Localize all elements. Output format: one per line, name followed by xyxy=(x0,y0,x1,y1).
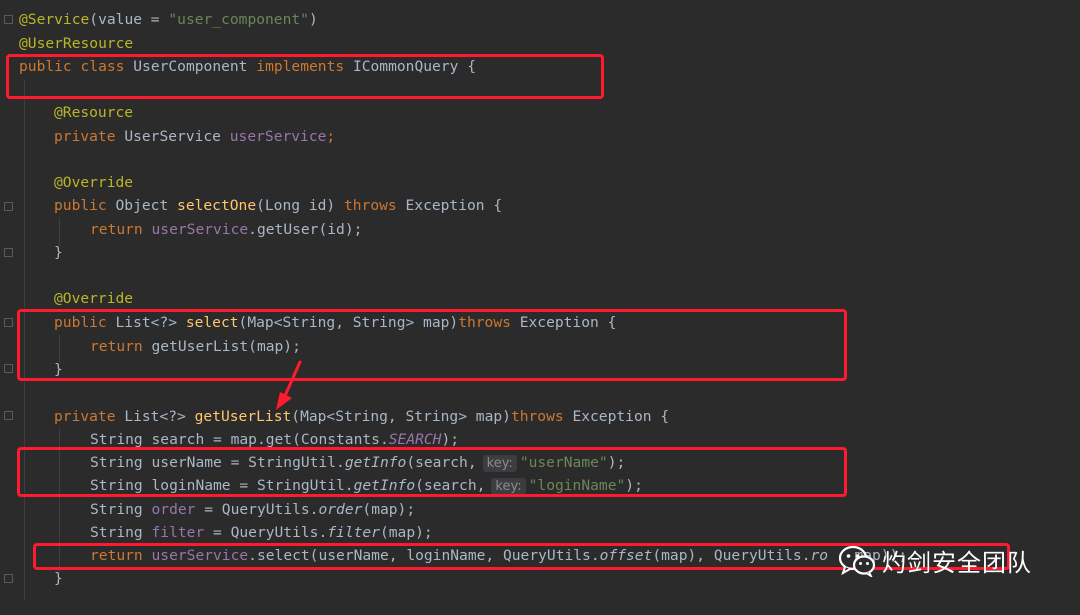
code-line[interactable]: private List<?> getUserList(Map<String, … xyxy=(54,405,669,428)
code-line[interactable]: } xyxy=(54,241,63,264)
fold-marker-icon[interactable] xyxy=(4,202,13,211)
code-line[interactable]: @Resource xyxy=(54,101,133,124)
code-editor[interactable]: @Service(value = "user_component") @User… xyxy=(0,0,1080,615)
code-line[interactable]: public Object selectOne(Long id) throws … xyxy=(54,194,502,217)
red-arrow-icon xyxy=(276,360,302,410)
static-method-token: filter xyxy=(327,524,380,541)
keyword-token: throws xyxy=(343,197,397,214)
string-literal: "user_component" xyxy=(168,11,309,28)
wechat-icon xyxy=(838,545,876,577)
annotation-token: @Override xyxy=(54,290,134,307)
keyword-token: return xyxy=(90,221,143,238)
variable-token: order xyxy=(151,501,196,518)
fold-marker-icon[interactable] xyxy=(4,411,13,420)
code-token: .getUser(id); xyxy=(248,221,363,238)
annotation-token: @Service xyxy=(19,11,90,28)
code-line[interactable]: } xyxy=(54,567,63,590)
code-token: ; xyxy=(326,128,336,145)
code-line[interactable]: @Service(value = "user_component") xyxy=(19,8,318,31)
code-token: ) xyxy=(308,11,318,28)
fold-marker-icon[interactable] xyxy=(4,318,13,327)
constant-token: SEARCH xyxy=(388,431,442,448)
type-token: String xyxy=(90,524,143,541)
fold-marker-icon[interactable] xyxy=(4,15,13,24)
type-token: Exception xyxy=(405,197,485,214)
type-token: String xyxy=(90,431,143,448)
keyword-token: private xyxy=(54,408,116,425)
brace-token: } xyxy=(54,570,63,587)
highlight-box-getinfo-lines xyxy=(17,447,847,497)
fold-marker-icon[interactable] xyxy=(4,248,13,257)
code-token: (value = xyxy=(89,11,169,28)
field-token: userService xyxy=(229,128,327,145)
code-line[interactable]: String filter = QueryUtils.filter(map); xyxy=(90,521,433,544)
code-token: (map); xyxy=(379,524,433,541)
code-token: search = map.get(Constants. xyxy=(151,431,389,448)
keyword-token: public xyxy=(54,197,107,214)
code-token: ); xyxy=(441,431,460,448)
code-token: (map); xyxy=(362,501,416,518)
highlight-box-select-method xyxy=(17,309,847,381)
annotation-token: @UserResource xyxy=(19,35,134,52)
brace-token: { xyxy=(660,408,670,425)
watermark: 灼剑安全团队 xyxy=(838,543,1032,578)
type-token: Exception xyxy=(572,408,652,425)
variable-token: filter xyxy=(151,524,205,541)
code-line[interactable]: return userService.getUser(id); xyxy=(90,218,362,241)
fold-marker-icon[interactable] xyxy=(4,574,13,583)
method-name: selectOne xyxy=(177,197,257,214)
code-line[interactable]: @UserResource xyxy=(19,32,133,55)
brace-token: } xyxy=(54,244,63,261)
brace-token: { xyxy=(493,197,503,214)
field-token: userService xyxy=(151,221,249,238)
code-line[interactable]: @Override xyxy=(54,171,133,194)
type-token: List<?> xyxy=(124,408,186,425)
fold-marker-icon[interactable] xyxy=(4,364,13,373)
code-line[interactable]: String order = QueryUtils.order(map); xyxy=(90,498,415,521)
keyword-token: throws xyxy=(510,408,564,425)
code-token: = QueryUtils. xyxy=(204,524,328,541)
type-token: Object xyxy=(115,197,169,214)
annotation-token: @Resource xyxy=(54,104,134,121)
watermark-text: 灼剑安全团队 xyxy=(882,549,1032,577)
code-line[interactable]: private UserService userService; xyxy=(54,125,335,148)
code-token: (Long id) xyxy=(256,197,336,214)
annotation-token: @Override xyxy=(54,174,134,191)
static-method-token: order xyxy=(318,501,363,518)
code-token: (Map<String, String> map) xyxy=(291,408,511,425)
highlight-box-class-declaration xyxy=(6,54,604,99)
code-token: = QueryUtils. xyxy=(195,501,319,518)
code-line[interactable]: @Override xyxy=(54,287,133,310)
type-token: String xyxy=(90,501,143,518)
type-token: UserService xyxy=(124,128,221,145)
keyword-token: private xyxy=(54,128,116,145)
